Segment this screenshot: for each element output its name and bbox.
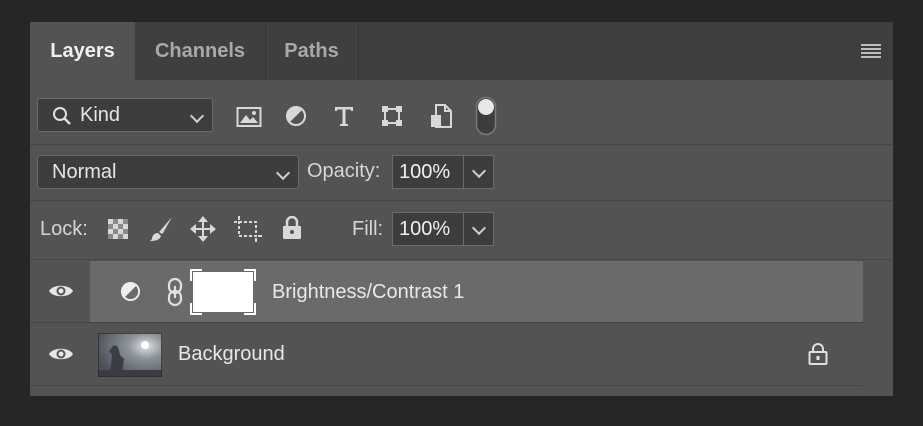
lock-position-icon[interactable] xyxy=(190,216,216,242)
adjustment-layer-icon xyxy=(120,281,141,302)
layer-name: Brightness/Contrast 1 xyxy=(272,281,465,303)
kind-filter-label: Kind xyxy=(80,104,121,126)
panel-menu-icon[interactable] xyxy=(861,44,881,58)
filter-row: Kind xyxy=(30,80,893,144)
lock-artboard-icon[interactable] xyxy=(234,216,262,242)
background-thumbnail[interactable] xyxy=(98,333,162,377)
lock-row: Lock: Fill: 100% xyxy=(30,201,893,259)
image-filter-icon[interactable] xyxy=(236,106,262,128)
mask-corner xyxy=(244,303,256,315)
layer-selected-highlight: Brightness/Contrast 1 xyxy=(90,261,863,322)
panel-tab-bar: Layers Channels Paths xyxy=(30,22,893,80)
fill-dropdown-button[interactable] xyxy=(464,212,494,246)
layer-row-brightness-contrast[interactable]: Brightness/Contrast 1 xyxy=(30,261,863,322)
opacity-label: Opacity: xyxy=(307,160,381,182)
type-filter-icon[interactable] xyxy=(333,105,355,127)
fill-input[interactable]: 100% xyxy=(392,212,464,246)
adjustment-filter-icon[interactable] xyxy=(285,105,307,127)
search-icon xyxy=(53,107,71,125)
tab-channels[interactable]: Channels xyxy=(135,22,266,80)
kind-filter-dropdown[interactable]: Kind xyxy=(37,98,213,132)
filter-toggle-switch[interactable] xyxy=(475,96,497,136)
divider xyxy=(30,259,893,260)
visibility-eye-icon[interactable] xyxy=(48,282,74,300)
layer-row-background[interactable]: Background xyxy=(30,323,863,385)
opacity-dropdown-button[interactable] xyxy=(464,155,494,189)
blend-mode-dropdown[interactable]: Normal xyxy=(37,155,299,189)
mask-corner xyxy=(190,303,202,315)
layers-panel: Layers Channels Paths Kind Normal Opacit… xyxy=(30,22,893,396)
fill-label: Fill: xyxy=(352,218,384,240)
lock-all-icon[interactable] xyxy=(282,216,302,240)
tab-paths[interactable]: Paths xyxy=(265,22,359,80)
opacity-input[interactable]: 100% xyxy=(392,155,464,189)
chain-link-icon[interactable] xyxy=(166,277,184,307)
shape-filter-icon[interactable] xyxy=(381,105,403,127)
layer-name: Background xyxy=(178,343,285,365)
chevron-down-icon xyxy=(275,165,291,181)
chevron-down-icon xyxy=(189,108,205,124)
layer-mask-thumbnail[interactable] xyxy=(190,269,256,315)
lock-transparent-pixels-icon[interactable] xyxy=(108,219,128,239)
lock-image-pixels-icon[interactable] xyxy=(148,216,174,242)
mask-corner xyxy=(244,269,256,281)
visibility-eye-icon[interactable] xyxy=(48,345,74,363)
mask-corner xyxy=(190,269,202,281)
blend-row: Normal Opacity: 100% xyxy=(30,145,893,200)
lock-label: Lock: xyxy=(40,218,88,240)
chevron-down-icon xyxy=(471,163,487,179)
chevron-down-icon xyxy=(471,220,487,236)
tab-layers[interactable]: Layers xyxy=(30,22,135,80)
lock-icon[interactable] xyxy=(808,343,828,365)
smart-object-filter-icon[interactable] xyxy=(430,104,452,128)
divider xyxy=(30,385,863,386)
blend-mode-value: Normal xyxy=(52,161,117,183)
